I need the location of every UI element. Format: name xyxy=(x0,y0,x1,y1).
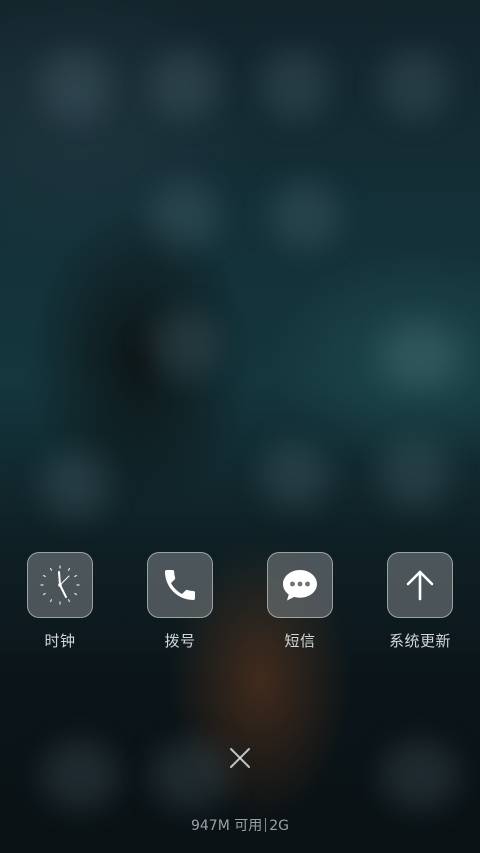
wallpaper-blur xyxy=(380,740,460,810)
recent-app-messages[interactable]: 短信 xyxy=(250,552,350,651)
app-label: 拨号 xyxy=(164,632,196,650)
wallpaper-blur xyxy=(150,50,220,120)
app-label: 系统更新 xyxy=(388,632,451,650)
wallpaper-blur xyxy=(380,440,450,510)
wallpaper-blur xyxy=(40,450,110,520)
app-tile[interactable] xyxy=(27,552,93,618)
recent-apps-screen: 时钟 拨号 短信 系统更新 947M 可用 2G xyxy=(0,0,480,853)
message-icon xyxy=(283,570,317,601)
wallpaper-blur xyxy=(150,180,220,250)
arrow-up-icon xyxy=(406,570,434,601)
memory-total: 2G xyxy=(269,818,290,834)
app-label: 短信 xyxy=(284,632,316,650)
recent-app-system-update[interactable]: 系统更新 xyxy=(370,552,470,651)
wallpaper-blur xyxy=(150,740,230,810)
clock-icon xyxy=(40,565,80,605)
app-tile[interactable] xyxy=(147,552,213,618)
wallpaper-blur xyxy=(380,320,460,390)
app-label: 时钟 xyxy=(44,632,76,650)
recent-app-clock[interactable]: 时钟 xyxy=(10,552,110,651)
wallpaper-blur xyxy=(40,740,120,810)
clear-recents-button[interactable] xyxy=(222,740,258,776)
recent-app-dialer[interactable]: 拨号 xyxy=(130,552,230,651)
divider xyxy=(265,818,267,832)
wallpaper-blur xyxy=(270,180,340,250)
close-icon xyxy=(230,748,250,768)
recent-apps-dock: 时钟 拨号 短信 系统更新 xyxy=(0,552,480,662)
wallpaper-blur xyxy=(260,440,330,510)
memory-available: 947M 可用 xyxy=(190,818,263,834)
phone-icon xyxy=(165,570,195,600)
wallpaper-blur xyxy=(380,50,450,120)
app-tile[interactable] xyxy=(267,552,333,618)
wallpaper-blur xyxy=(150,310,220,380)
wallpaper-blur xyxy=(260,50,330,120)
app-tile[interactable] xyxy=(387,552,453,618)
wallpaper-blur xyxy=(40,50,110,120)
memory-status: 947M 可用 2G xyxy=(0,815,480,835)
